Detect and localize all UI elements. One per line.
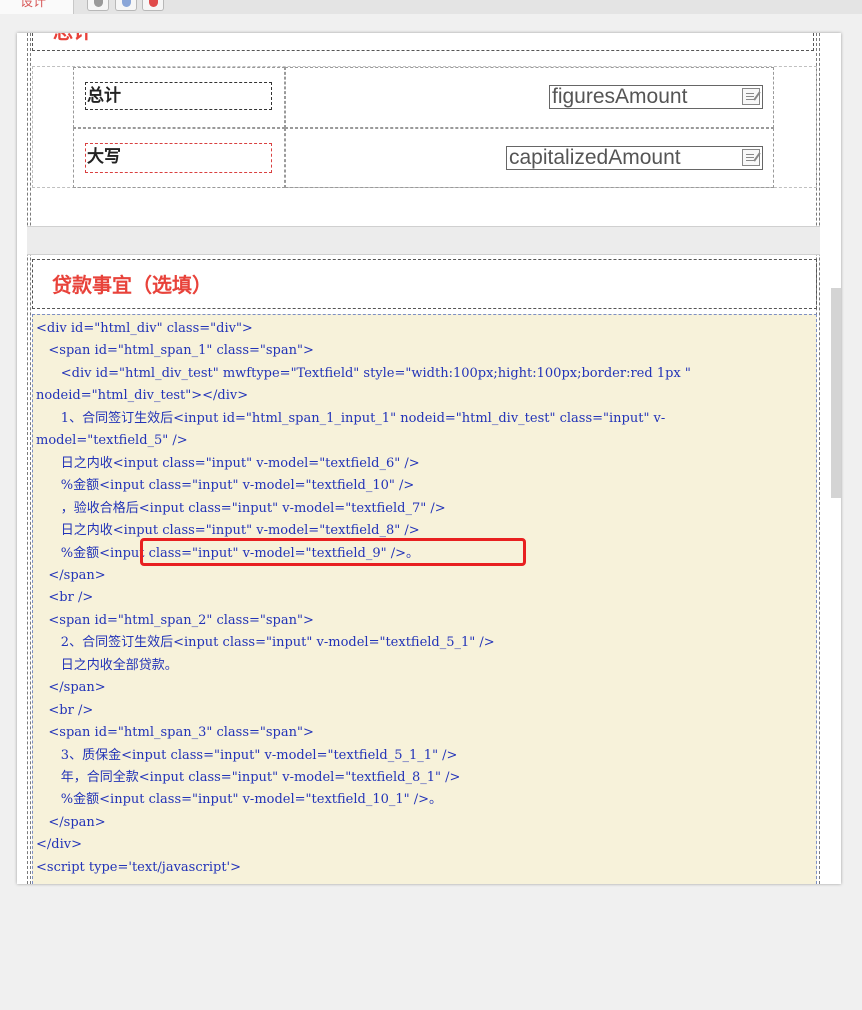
top-tab-strip: 设计: [0, 0, 862, 14]
total-value-cell: figuresAmount: [285, 67, 774, 128]
code-line: </span>: [36, 567, 106, 583]
section-separator: [27, 226, 820, 255]
code-line: 3、质保金<input class="input" v-model="textf…: [36, 747, 458, 763]
code-line: %金额<input class="input" v-model="textfie…: [36, 478, 415, 494]
guide-line: [30, 33, 31, 884]
total-label: 总计: [85, 82, 272, 110]
guide-line: [819, 33, 820, 884]
add-icon[interactable]: [87, 0, 109, 11]
code-line: <span id="html_span_3" class="span">: [36, 725, 314, 741]
code-line: %金额<input class="input" v-model="textfie…: [36, 792, 443, 808]
capitalized-label-cell: 大写: [73, 128, 285, 188]
total-label-cell: 总计: [73, 67, 285, 128]
code-line: ，验收合格后<input class="input" v-model="text…: [36, 500, 446, 516]
edit-icon[interactable]: [742, 88, 760, 105]
code-line: 年，合同全款<input class="input" v-model="text…: [36, 770, 461, 785]
loan-section-title: 贷款事宜（选填）: [52, 273, 212, 297]
code-line: <div id="html_div" class="div">: [36, 321, 253, 336]
guide-line: [27, 33, 28, 884]
code-line: <script type='text/javascript'>: [36, 859, 242, 875]
totals-table: 总计 figuresAmount 大写 capitalizedAmount: [32, 66, 817, 188]
code-line: </div>: [36, 837, 82, 853]
tab-design-label: 设计: [20, 0, 47, 10]
code-line: <div id="html_div_test" mwftype="Textfie…: [36, 365, 691, 381]
tab-design[interactable]: 设计: [0, 0, 74, 14]
capitalized-amount-value: capitalizedAmount: [509, 146, 681, 169]
capitalized-label: 大写: [85, 143, 272, 173]
totals-section-header: 总计: [32, 33, 814, 51]
html-code-block[interactable]: <div id="html_div" class="div"> <span id…: [32, 314, 817, 884]
highlight-annotation: [140, 538, 526, 566]
code-line: </span>: [36, 814, 106, 830]
figures-amount-value: figuresAmount: [552, 85, 688, 108]
loan-section-header: 贷款事宜（选填）: [32, 259, 817, 309]
totals-section-title: 总计: [53, 33, 93, 43]
copy-icon[interactable]: [115, 0, 137, 11]
code-line: 日之内收全部贷款。: [36, 657, 178, 673]
code-line: 1、合同签订生效后<input id="html_span_1_input_1"…: [36, 410, 666, 426]
code-line: <br />: [36, 590, 94, 606]
record-icon[interactable]: [142, 0, 164, 11]
code-line: 2、合同签订生效后<input class="input" v-model="t…: [36, 635, 495, 651]
code-line: <br />: [36, 702, 94, 718]
code-line: </span>: [36, 680, 106, 696]
toolbar-icons: [87, 0, 167, 12]
capitalized-value-cell: capitalizedAmount: [285, 128, 774, 188]
scrollbar-thumb[interactable]: [831, 288, 841, 498]
form-design-canvas: 总计 总计 figuresAmount 大写 capitalizedAmount…: [17, 33, 841, 884]
code-line: nodeid="html_div_test"></div>: [36, 388, 249, 404]
code-line: <span id="html_span_1" class="span">: [36, 343, 314, 359]
capitalized-amount-field[interactable]: capitalizedAmount: [506, 146, 763, 170]
edit-icon[interactable]: [742, 149, 760, 166]
code-line: model="textfield_5" />: [36, 433, 188, 449]
code-line: 日之内收<input class="input" v-model="textfi…: [36, 455, 420, 471]
code-line: <span id="html_span_2" class="span">: [36, 612, 314, 628]
figures-amount-field[interactable]: figuresAmount: [549, 85, 763, 109]
